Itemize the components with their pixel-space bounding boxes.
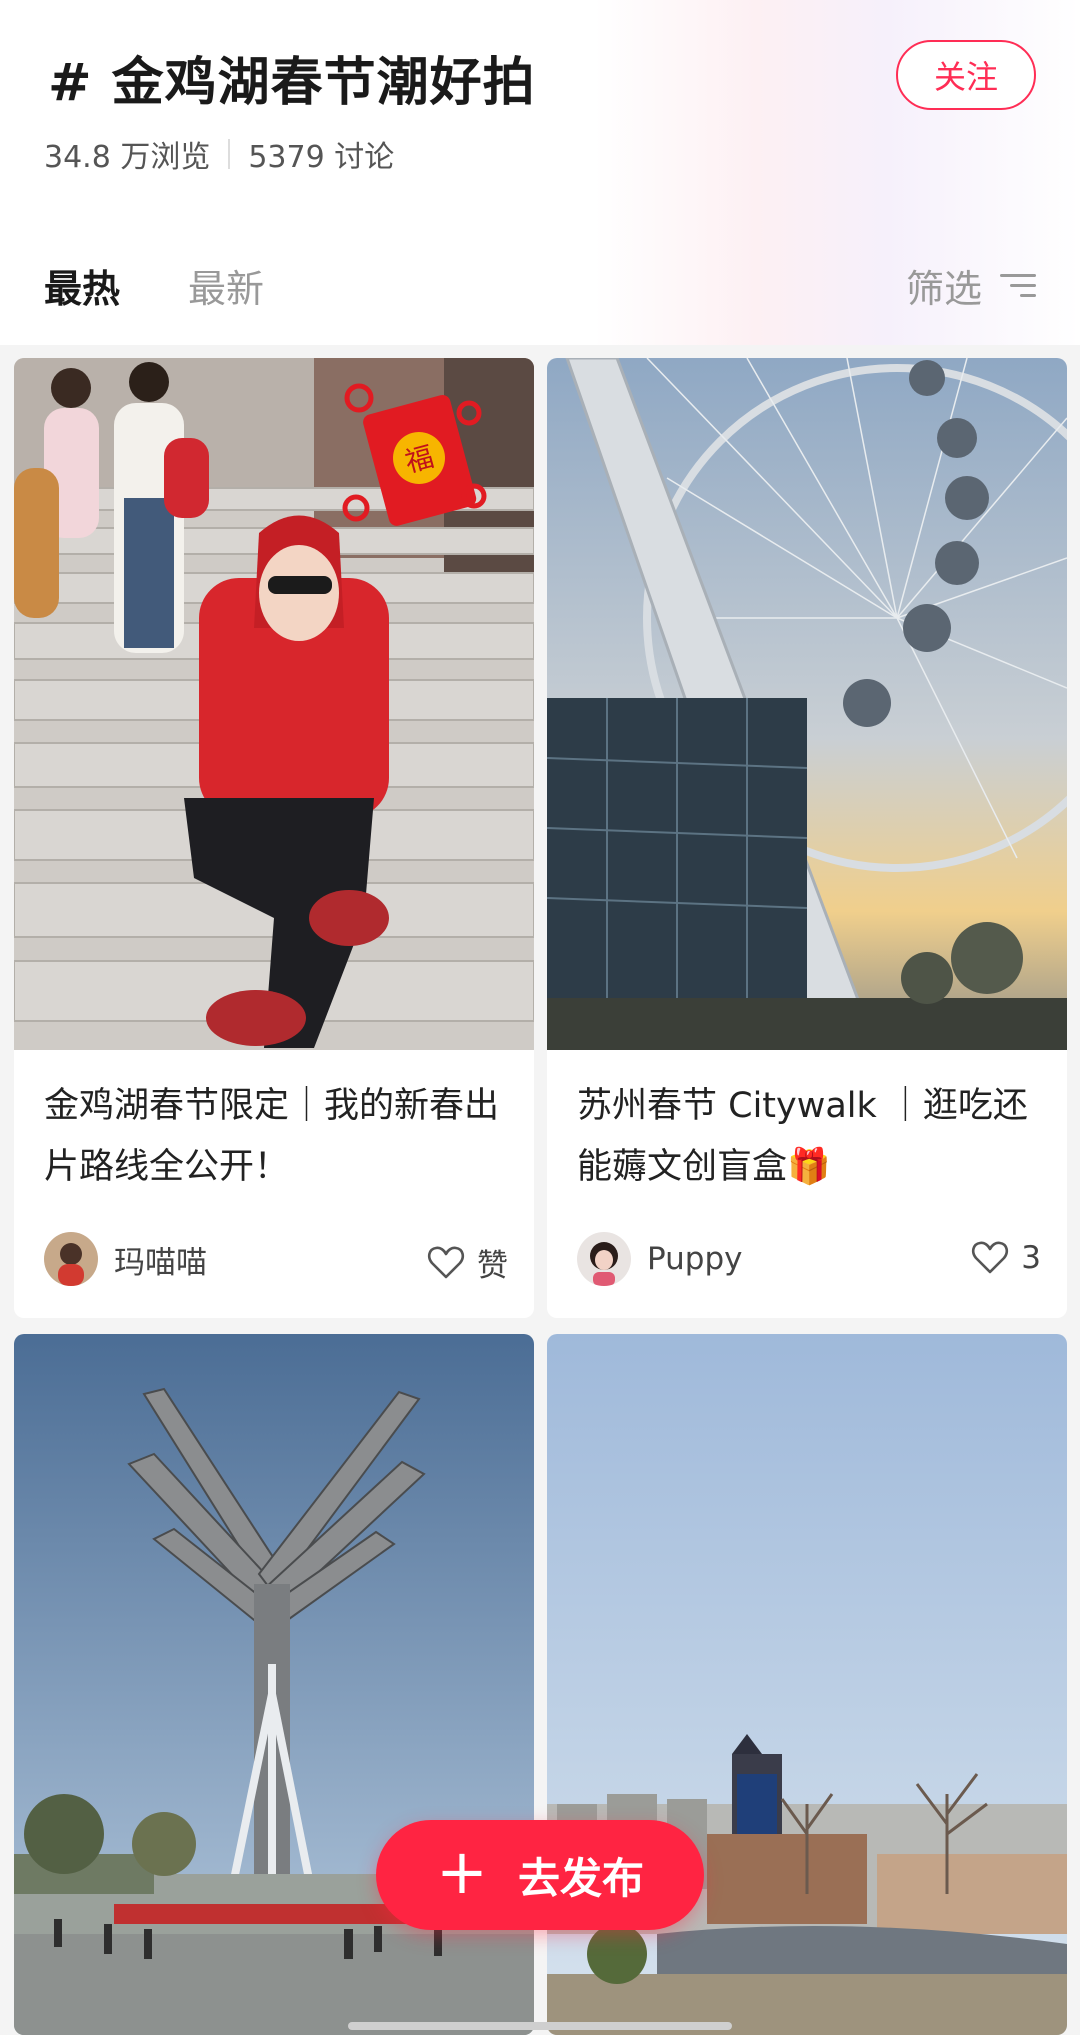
views-count: 34.8 万浏览 [44,140,211,175]
heart-icon [427,1246,465,1278]
tab-hottest[interactable]: 最热 [44,258,120,313]
stats-divider [228,139,231,169]
plus-icon: + [436,1835,488,1908]
like-count: 赞 [477,1248,508,1284]
user-avatar [44,1232,98,1286]
topic-header: # 金鸡湖春节潮好拍 关注 34.8 万浏览 5379 讨论 最热 最新 筛选 [0,0,1080,345]
post-card[interactable]: 苏州春节 Citywalk ｜逛吃还能薅文创盲盒🎁 Puppy 3 [547,358,1067,1318]
like-button[interactable]: 赞 [427,1240,508,1285]
post-title[interactable]: 金鸡湖春节限定｜我的新春出片路线全公开！ [44,1076,508,1198]
topic-stats: 34.8 万浏览 5379 讨论 [44,132,394,176]
post-author[interactable]: 玛喵喵 [44,1232,207,1286]
post-card[interactable]: 福 金鸡湖春节限定｜我的新春出片路线全公开！ 玛喵喵 赞 [14,358,534,1318]
topic-title: # 金鸡湖春节潮好拍 [48,53,536,113]
publish-label: 去发布 [517,1853,644,1903]
home-indicator[interactable] [348,2022,732,2030]
post-author[interactable]: Puppy [577,1232,743,1286]
like-count: 3 [1021,1240,1041,1276]
follow-button[interactable]: 关注 [896,40,1036,110]
filter-icon [1000,271,1036,301]
heart-icon [972,1241,1009,1274]
author-name: 玛喵喵 [114,1244,207,1281]
post-cover-image[interactable] [547,358,1067,1050]
post-title[interactable]: 苏州春节 Citywalk ｜逛吃还能薅文创盲盒🎁 [577,1076,1041,1198]
publish-button[interactable]: + 去发布 [376,1820,704,1930]
author-name: Puppy [647,1241,743,1277]
user-avatar [577,1232,631,1286]
filter-button[interactable]: 筛选 [906,258,1036,313]
filter-label: 筛选 [905,267,982,311]
post-cover-image[interactable]: 福 [14,358,534,1050]
tab-latest[interactable]: 最新 [188,258,264,313]
discussions-count: 5379 讨论 [248,140,395,175]
sort-tabs: 最热 最新 [44,258,264,313]
like-button[interactable]: 3 [971,1240,1041,1276]
